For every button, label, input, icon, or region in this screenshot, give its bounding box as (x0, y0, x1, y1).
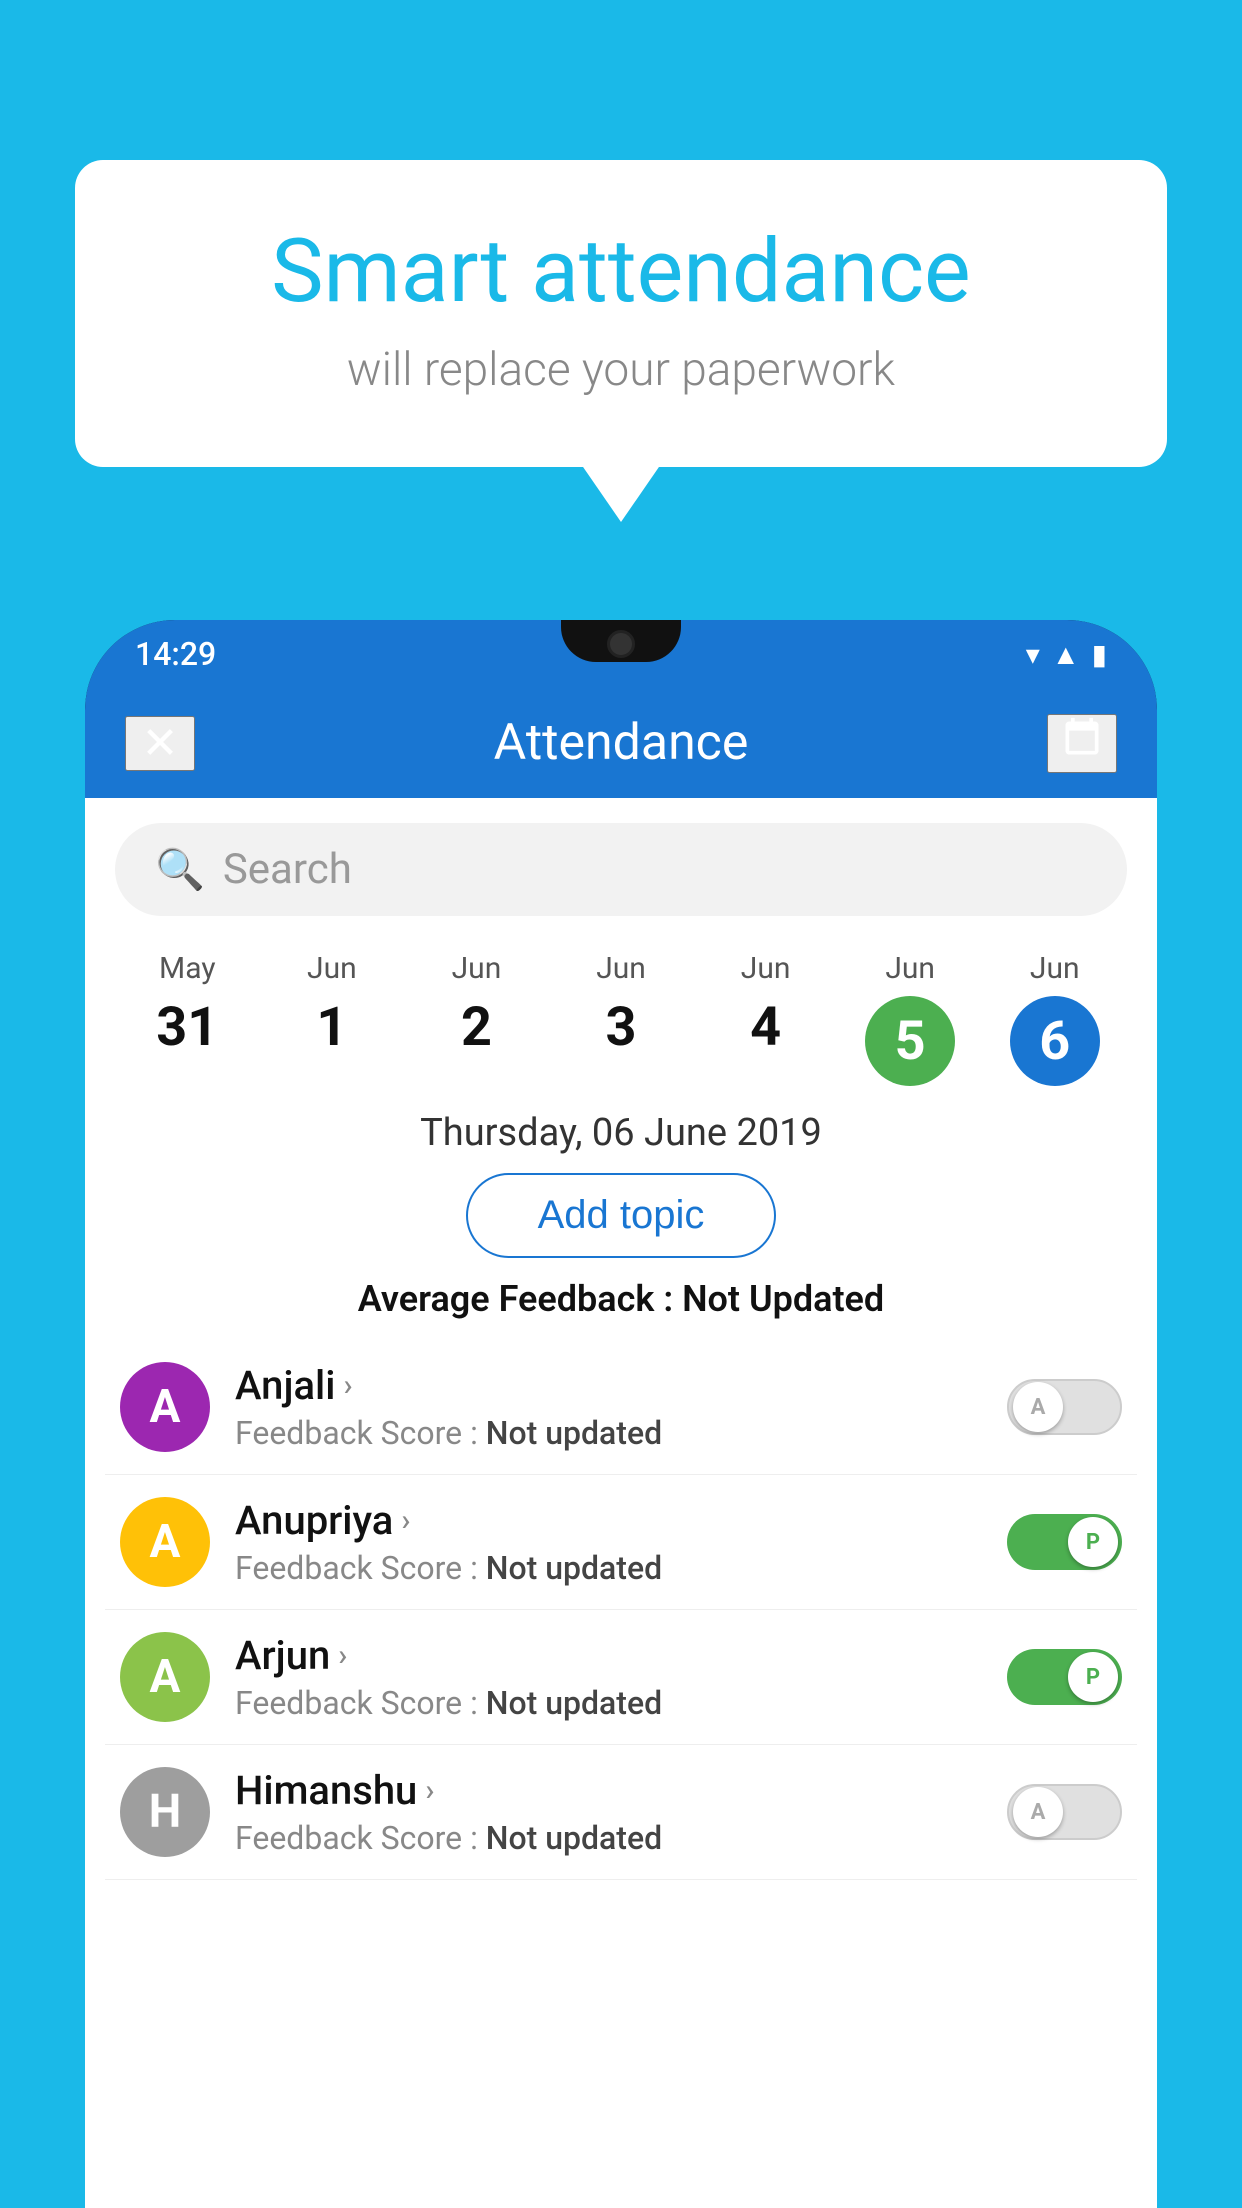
bubble-card: Smart attendance will replace your paper… (75, 160, 1167, 467)
avg-feedback-label: Average Feedback : (358, 1278, 673, 1320)
avg-feedback: Average Feedback : Not Updated (85, 1278, 1157, 1320)
toggle-thumb: A (1013, 1787, 1063, 1837)
close-button[interactable]: ✕ (125, 716, 195, 771)
date-col-jun2[interactable]: Jun 2 (404, 951, 549, 1059)
attendance-toggle-arjun[interactable]: P (1007, 1649, 1122, 1705)
calendar-button[interactable] (1047, 714, 1117, 773)
avatar-anjali: A (120, 1362, 210, 1452)
chevron-icon: › (343, 1368, 352, 1403)
signal-icon: ▲ (1052, 638, 1080, 671)
student-item-himanshu[interactable]: H Himanshu › Feedback Score : Not update… (105, 1745, 1137, 1880)
toggle-arjun[interactable]: P (1007, 1649, 1122, 1705)
chevron-icon: › (401, 1503, 410, 1538)
student-name-himanshu: Himanshu › (235, 1767, 982, 1814)
date-circle-blue: 6 (1010, 996, 1100, 1086)
date-month: May (159, 951, 215, 986)
promo-bubble: Smart attendance will replace your paper… (75, 160, 1167, 467)
date-col-jun5[interactable]: Jun 5 (838, 951, 983, 1086)
phone-frame: 14:29 ▾ ▲ ▮ ✕ Attendance 🔍 Search May 31 (85, 620, 1157, 2208)
date-col-may31[interactable]: May 31 (115, 951, 260, 1059)
date-day: 1 (316, 996, 347, 1059)
status-icons: ▾ ▲ ▮ (1026, 638, 1107, 671)
student-info-anjali: Anjali › Feedback Score : Not updated (235, 1362, 982, 1452)
bubble-title: Smart attendance (155, 220, 1087, 323)
feedback-score-himanshu: Feedback Score : Not updated (235, 1819, 982, 1857)
avatar-himanshu: H (120, 1767, 210, 1857)
student-info-anupriya: Anupriya › Feedback Score : Not updated (235, 1497, 982, 1587)
battery-icon: ▮ (1092, 638, 1107, 671)
app-bar-title: Attendance (235, 714, 1007, 772)
date-col-jun1[interactable]: Jun 1 (260, 951, 405, 1059)
date-day: 3 (606, 996, 637, 1059)
toggle-thumb: P (1068, 1517, 1118, 1567)
search-placeholder: Search (223, 845, 352, 894)
attendance-toggle-anjali[interactable]: A (1007, 1379, 1122, 1435)
toggle-anupriya[interactable]: P (1007, 1514, 1122, 1570)
date-month: Jun (452, 951, 502, 986)
feedback-score-anupriya: Feedback Score : Not updated (235, 1549, 982, 1587)
phone-notch (561, 620, 681, 662)
student-info-arjun: Arjun › Feedback Score : Not updated (235, 1632, 982, 1722)
toggle-anjali[interactable]: A (1007, 1379, 1122, 1435)
status-time: 14:29 (135, 635, 216, 673)
date-month: Jun (596, 951, 646, 986)
date-day: 4 (750, 996, 781, 1059)
app-bar: ✕ Attendance (85, 688, 1157, 798)
bubble-subtitle: will replace your paperwork (155, 343, 1087, 397)
student-info-himanshu: Himanshu › Feedback Score : Not updated (235, 1767, 982, 1857)
date-month: Jun (885, 951, 935, 986)
avatar-anupriya: A (120, 1497, 210, 1587)
date-col-jun3[interactable]: Jun 3 (549, 951, 694, 1059)
student-item-arjun[interactable]: A Arjun › Feedback Score : Not updated P (105, 1610, 1137, 1745)
search-bar[interactable]: 🔍 Search (115, 823, 1127, 916)
chevron-icon: › (338, 1638, 347, 1673)
student-item-anjali[interactable]: A Anjali › Feedback Score : Not updated … (105, 1340, 1137, 1475)
student-name-anupriya: Anupriya › (235, 1497, 982, 1544)
toggle-himanshu[interactable]: A (1007, 1784, 1122, 1840)
attendance-toggle-himanshu[interactable]: A (1007, 1784, 1122, 1840)
date-col-jun6[interactable]: Jun 6 (982, 951, 1127, 1086)
attendance-toggle-anupriya[interactable]: P (1007, 1514, 1122, 1570)
avatar-arjun: A (120, 1632, 210, 1722)
wifi-icon: ▾ (1026, 638, 1040, 671)
date-col-jun4[interactable]: Jun 4 (693, 951, 838, 1059)
chevron-icon: › (425, 1773, 434, 1808)
date-day: 31 (156, 996, 218, 1059)
date-day: 2 (461, 996, 492, 1059)
date-month: Jun (307, 951, 357, 986)
toggle-thumb: P (1068, 1652, 1118, 1702)
avg-feedback-value: Not Updated (682, 1278, 884, 1320)
date-strip: May 31 Jun 1 Jun 2 Jun 3 Jun 4 Jun 5 (85, 931, 1157, 1096)
toggle-thumb: A (1013, 1382, 1063, 1432)
feedback-score-arjun: Feedback Score : Not updated (235, 1684, 982, 1722)
student-name-anjali: Anjali › (235, 1362, 982, 1409)
date-month: Jun (1030, 951, 1080, 986)
student-item-anupriya[interactable]: A Anupriya › Feedback Score : Not update… (105, 1475, 1137, 1610)
phone-camera (607, 630, 635, 658)
date-circle-green: 5 (865, 996, 955, 1086)
screen-content: 🔍 Search May 31 Jun 1 Jun 2 Jun 3 Jun (85, 798, 1157, 2208)
date-month: Jun (741, 951, 791, 986)
student-list: A Anjali › Feedback Score : Not updated … (85, 1340, 1157, 1880)
student-name-arjun: Arjun › (235, 1632, 982, 1679)
feedback-score-anjali: Feedback Score : Not updated (235, 1414, 982, 1452)
selected-date-label: Thursday, 06 June 2019 (85, 1111, 1157, 1155)
search-icon: 🔍 (155, 846, 205, 893)
add-topic-button[interactable]: Add topic (466, 1173, 777, 1258)
